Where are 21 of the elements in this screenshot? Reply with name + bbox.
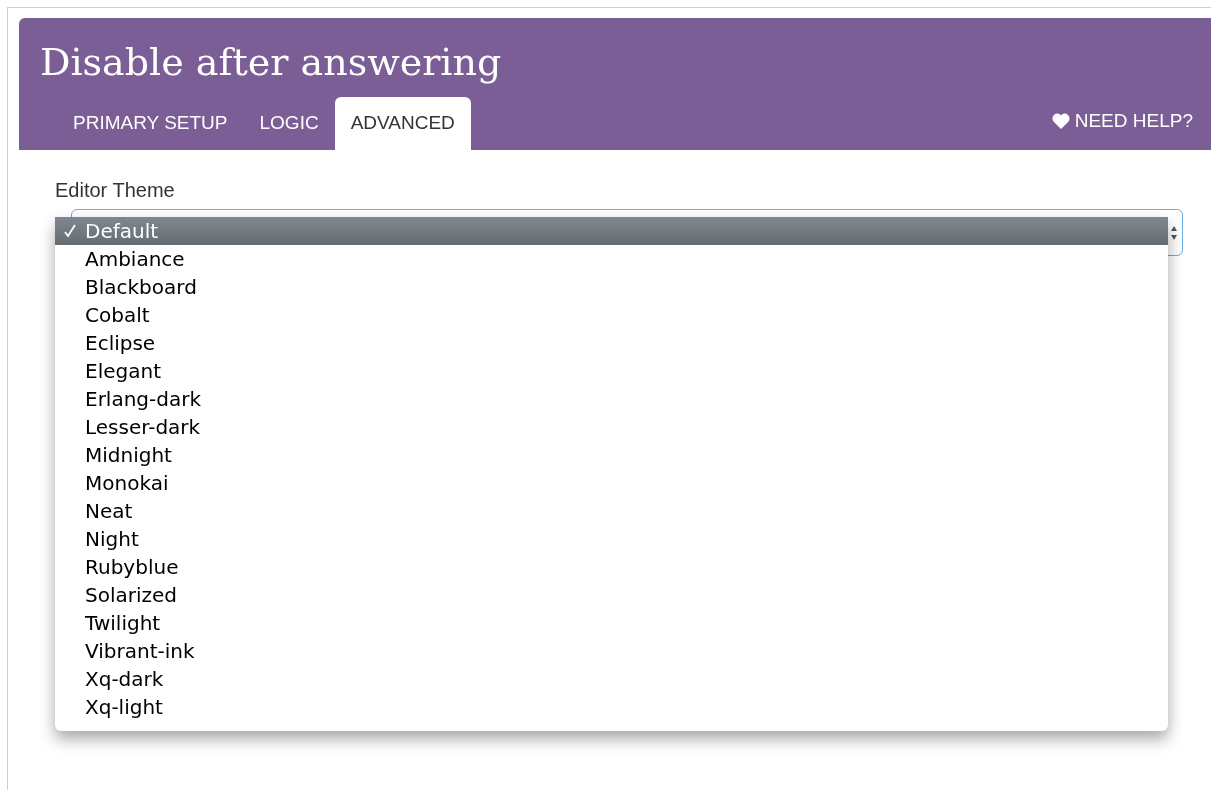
menu-item-text: Xq-dark [85, 666, 164, 693]
menu-item-text: Rubyblue [85, 554, 179, 581]
menu-item-text: Default [85, 218, 159, 245]
menu-item-text: Twilight [85, 610, 161, 637]
menu-item-text: Xq-light [85, 694, 163, 721]
menu-item-text: Vibrant-ink [85, 638, 195, 665]
menu-item-text: Blackboard [85, 274, 197, 301]
menu-item-text: Neat [85, 498, 133, 525]
menu-item-text: Solarized [85, 582, 178, 609]
menu-item-text: Midnight [85, 442, 172, 469]
menu-item-text: Elegant [85, 358, 161, 385]
menu-item-text: Night [85, 526, 139, 553]
menu-item-text: Cobalt [85, 302, 150, 329]
menu-item-text: Erlang-dark [85, 386, 201, 413]
menu-item-text: Monokai [85, 470, 169, 497]
help-link-text: NEED HELP? [1074, 108, 1193, 133]
menu-item-text: Lesser-dark [85, 414, 201, 441]
menu-item-text: Ambiance [85, 246, 185, 273]
field-label: Editor Theme [55, 178, 175, 202]
menu-item-text: Eclipse [85, 330, 156, 357]
page-title: Disable after answering [40, 39, 502, 86]
